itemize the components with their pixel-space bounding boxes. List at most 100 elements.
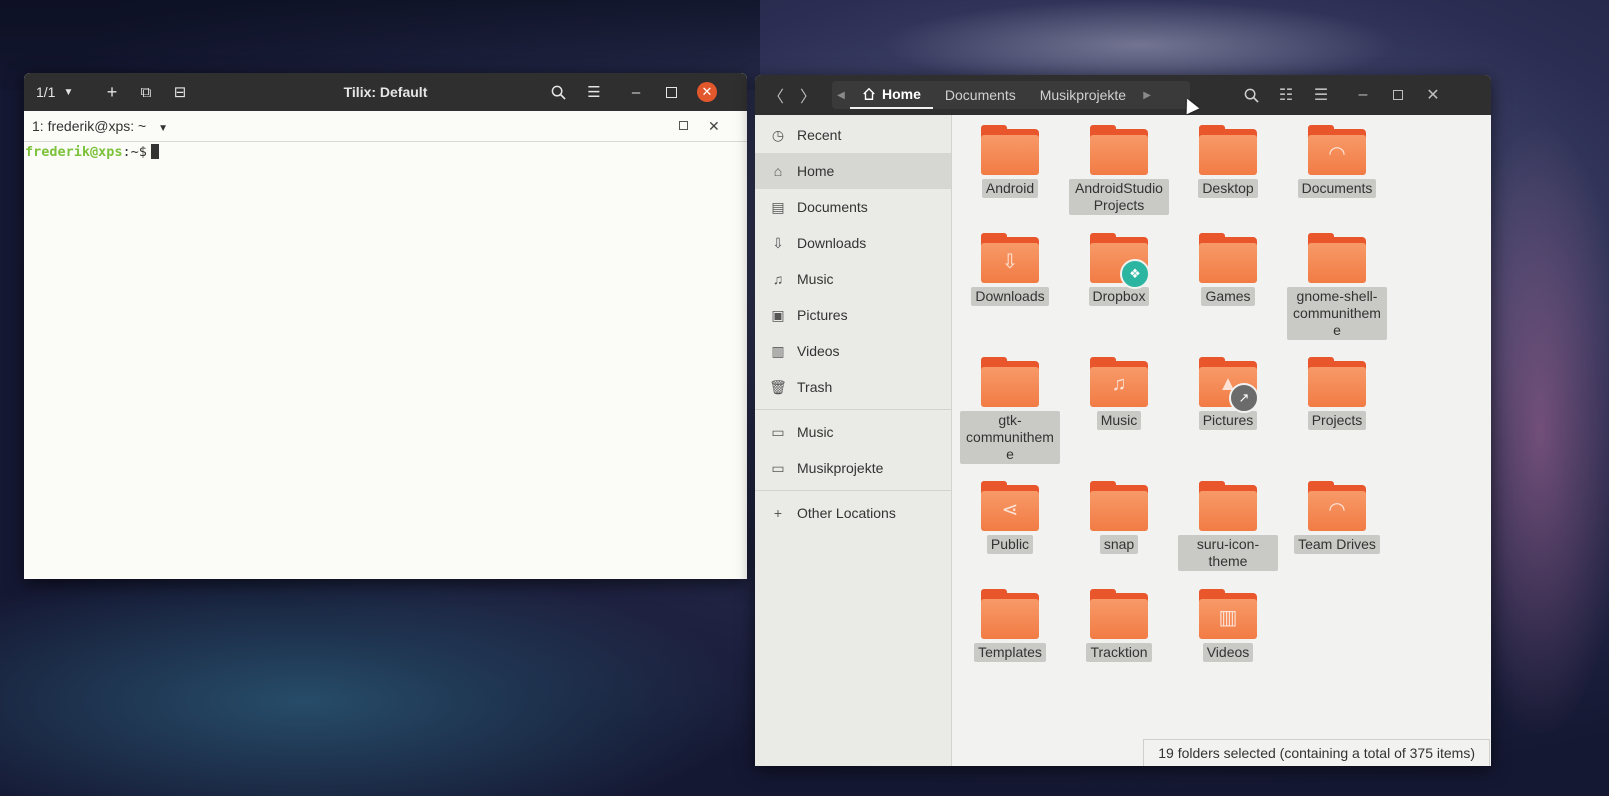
find-button[interactable] xyxy=(548,73,568,111)
folder-icon xyxy=(1090,589,1148,641)
files-menu-button[interactable]: ☰ xyxy=(1309,75,1333,115)
folder-icon: ♫ xyxy=(1090,357,1148,409)
folder-icon: ❖ xyxy=(1090,233,1150,289)
search-icon xyxy=(551,85,566,100)
document-icon: ▤ xyxy=(771,198,785,215)
breadcrumb-documents[interactable]: Documents xyxy=(933,81,1028,109)
sidebar-item-music[interactable]: ♫ Music xyxy=(755,261,951,297)
terminal-close-button[interactable]: ✕ xyxy=(708,111,720,141)
folder-icon xyxy=(1199,481,1257,533)
folder-item[interactable]: Desktop xyxy=(1176,125,1280,198)
folder-icon xyxy=(1308,357,1366,409)
folder-item[interactable]: ❖ Dropbox xyxy=(1067,233,1171,306)
files-headerbar: 〈 〉 ◀ Home Documents Musikprojekte ▶ ☷ ☰… xyxy=(755,75,1491,115)
terminal-maximize-button[interactable] xyxy=(679,111,688,141)
folder-item[interactable]: ⋖ Public xyxy=(958,481,1062,554)
folder-icon xyxy=(981,357,1039,409)
terminal-menu-button[interactable]: ☰ xyxy=(584,73,604,111)
terminal-headerbar: 1/1 ▼ + ⧉ ⊟ Tilix: Default ☰ – ✕ xyxy=(24,73,747,111)
dropbox-sync-emblem-icon: ❖ xyxy=(1120,259,1150,289)
sidebar-item-downloads[interactable]: ⇩ Downloads xyxy=(755,225,951,261)
pathbar-scroll-right[interactable]: ▶ xyxy=(1138,90,1156,101)
maximize-button[interactable] xyxy=(661,73,681,111)
minimize-button[interactable]: – xyxy=(626,73,646,111)
sidebar-item-recent[interactable]: ◷ Recent xyxy=(755,117,951,153)
sidebar-item-other-locations[interactable]: + Other Locations xyxy=(755,495,951,531)
folder-icon: ◠ xyxy=(1308,125,1366,177)
folder-icon: ▭ xyxy=(771,459,785,476)
folder-item[interactable]: suru-icon-theme xyxy=(1176,481,1280,571)
sidebar-item-pictures[interactable]: ▣ Pictures xyxy=(755,297,951,333)
terminal-output[interactable]: frederik@xps:~$ xyxy=(24,142,747,162)
sidebar-item-videos[interactable]: ▥ Videos xyxy=(755,333,951,369)
maximize-icon xyxy=(1393,90,1403,100)
terminal-title-bar: 1: frederik@xps: ~ ▼ ✕ xyxy=(24,111,747,142)
minimize-icon: – xyxy=(631,83,641,101)
folder-item[interactable]: gnome-shell-communitheme xyxy=(1285,233,1389,340)
chevron-left-icon: 〈 xyxy=(767,89,784,106)
path-bar: ◀ Home Documents Musikprojekte ▶ xyxy=(832,81,1190,109)
document-share-icon: ◠ xyxy=(1328,143,1346,165)
folder-item[interactable]: ◠ Team Drives xyxy=(1285,481,1389,554)
home-icon: ⌂ xyxy=(773,163,783,179)
sidebar-item-documents[interactable]: ▤ Documents xyxy=(755,189,951,225)
folder-item[interactable]: ▥ Videos xyxy=(1176,589,1280,662)
breadcrumb-musikprojekte[interactable]: Musikprojekte xyxy=(1028,81,1138,109)
folder-item[interactable]: snap xyxy=(1067,481,1171,554)
places-sidebar: ◷ Recent ⌂ Home ▤ Documents ⇩ Downloads ♫ Mus… xyxy=(755,115,952,766)
breadcrumb-home[interactable]: Home xyxy=(850,81,933,109)
folder-icon xyxy=(981,589,1039,641)
remote-share-icon: ◠ xyxy=(1328,499,1346,521)
folder-icon: ◠ xyxy=(1308,481,1366,533)
back-button[interactable]: 〈 xyxy=(763,75,789,115)
folder-item[interactable]: gtk-communitheme xyxy=(958,357,1062,464)
folder-icon xyxy=(1199,233,1257,285)
close-button[interactable]: ✕ xyxy=(1421,75,1445,115)
folder-item[interactable]: Games xyxy=(1176,233,1280,306)
folder-item[interactable]: Projects xyxy=(1285,357,1389,430)
folder-item[interactable]: ◠ Documents xyxy=(1285,125,1389,198)
search-icon xyxy=(1244,88,1259,103)
video-icon: ▥ xyxy=(1218,607,1238,629)
minimize-icon: – xyxy=(1358,86,1368,103)
maximize-button[interactable] xyxy=(1386,75,1410,115)
folder-item[interactable]: Templates xyxy=(958,589,1062,662)
folder-item[interactable]: ⇩ Downloads xyxy=(958,233,1062,306)
search-button[interactable] xyxy=(1239,75,1263,115)
sidebar-item-trash[interactable]: 🗑 Trash xyxy=(755,369,951,405)
close-icon: ✕ xyxy=(1426,87,1440,104)
minimize-button[interactable]: – xyxy=(1351,75,1375,115)
files-window: 〈 〉 ◀ Home Documents Musikprojekte ▶ ☷ ☰… xyxy=(755,75,1491,766)
folder-item[interactable]: ♫ Music xyxy=(1067,357,1171,430)
folder-icon: ▥ xyxy=(1199,589,1257,641)
folder-item[interactable]: Android xyxy=(958,125,1062,198)
selection-status: 19 folders selected (containing a total … xyxy=(1143,739,1490,766)
terminal-session-label: 1: frederik@xps: ~ xyxy=(32,118,147,134)
folder-item[interactable]: AndroidStudioProjects xyxy=(1067,125,1171,215)
folder-icon: ⇩ xyxy=(981,233,1039,285)
trash-icon: 🗑 xyxy=(769,378,787,395)
hamburger-menu-icon: ☰ xyxy=(587,84,601,101)
music-note-icon: ♫ xyxy=(1111,373,1127,395)
pathbar-scroll-left[interactable]: ◀ xyxy=(832,90,850,101)
view-toggle-button[interactable]: ☷ xyxy=(1274,75,1298,115)
home-icon xyxy=(863,87,875,100)
sidebar-item-home[interactable]: ⌂ Home xyxy=(755,153,951,189)
sidebar-bookmark-musikprojekte[interactable]: ▭ Musikprojekte xyxy=(755,450,951,486)
prompt-user: frederik@xps xyxy=(25,144,123,160)
video-icon: ▥ xyxy=(771,342,785,359)
chevron-right-icon: 〉 xyxy=(799,89,816,106)
folder-icon xyxy=(1199,125,1257,177)
music-icon: ♫ xyxy=(772,271,784,287)
terminal-window: 1/1 ▼ + ⧉ ⊟ Tilix: Default ☰ – ✕ 1: fred… xyxy=(24,73,747,579)
close-button[interactable]: ✕ xyxy=(696,73,718,111)
share-icon: ⋖ xyxy=(1001,499,1019,521)
folder-item[interactable]: ▲ ↗ Pictures xyxy=(1176,357,1280,430)
terminal-session-menu[interactable]: 1: frederik@xps: ~ ▼ xyxy=(32,111,168,141)
forward-button[interactable]: 〉 xyxy=(795,75,821,115)
folder-icon: ⋖ xyxy=(981,481,1039,533)
list-view-icon: ☷ xyxy=(1278,87,1294,104)
folder-grid: Android AndroidStudioProjects Desktop ◠ D… xyxy=(952,115,1491,766)
folder-item[interactable]: Tracktion xyxy=(1067,589,1171,662)
sidebar-bookmark-music[interactable]: ▭ Music xyxy=(755,414,951,450)
